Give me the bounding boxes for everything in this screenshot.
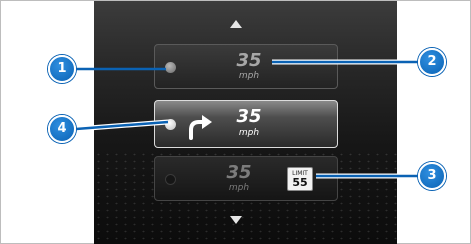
callout-3: 3 bbox=[418, 162, 446, 190]
callout-2: 2 bbox=[418, 48, 446, 76]
callout-4: 4 bbox=[48, 115, 76, 143]
callout-1: 1 bbox=[48, 55, 76, 83]
